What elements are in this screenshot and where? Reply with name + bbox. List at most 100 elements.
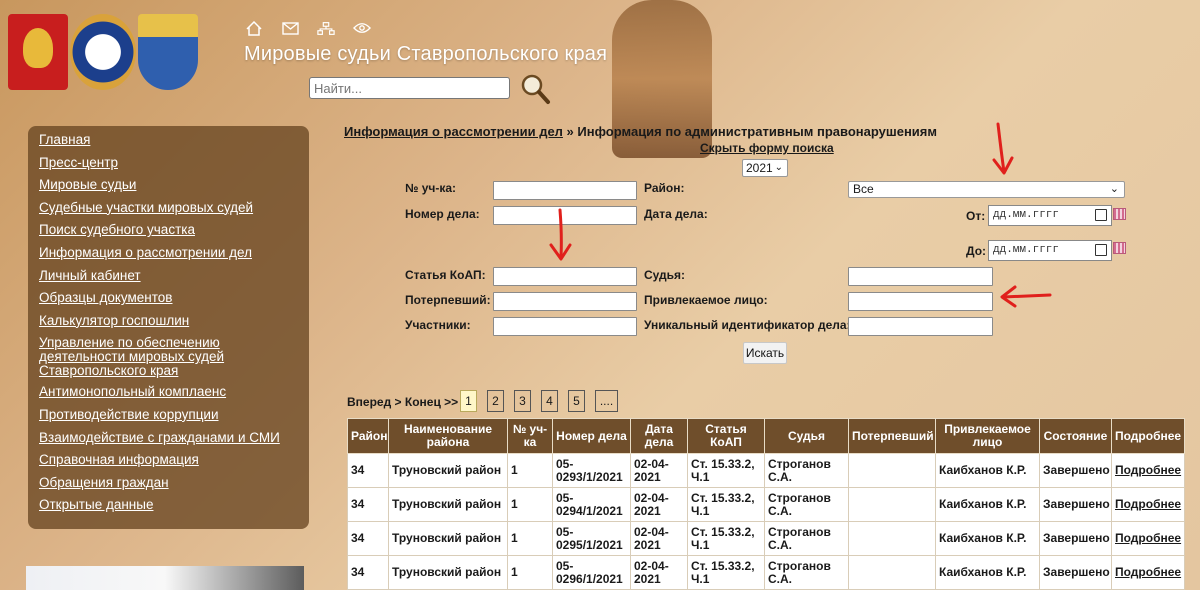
details-link[interactable]: Подробнее [1115,463,1181,477]
col-header-accused: Привлекаемое лицо [935,418,1040,454]
judge-input[interactable] [848,267,993,286]
pager-label[interactable]: Вперед > Конец >> [347,395,458,409]
magnifier-icon[interactable] [518,72,552,106]
details-link[interactable]: Подробнее [1115,497,1181,511]
date-from-input[interactable]: дд.мм.гггг [988,205,1112,226]
page-button-3[interactable]: 3 [514,390,531,412]
sidebar-item-citizen-appeals[interactable]: Обращения граждан [39,472,309,495]
breadcrumb-link-case-info[interactable]: Информация о рассмотрении дел [344,124,563,139]
annotation-arrow-down-icon [549,208,572,261]
uid-input[interactable] [848,317,993,336]
top-icons [245,20,371,36]
cell-details: Подробнее [1111,453,1185,488]
cell-judge: Строганов С.А. [764,555,849,590]
label-case-number: Номер дела: [405,207,480,221]
sidebar-item-court-districts[interactable]: Судебные участки мировых судей [39,197,309,220]
page-button-1[interactable]: 1 [460,390,477,412]
cell-victim [848,453,936,488]
cell-judge: Строганов С.А. [764,487,849,522]
col-header-details: Подробнее [1111,418,1185,454]
page-button-4[interactable]: 4 [541,390,558,412]
cell-case-number: 05-0296/1/2021 [552,555,631,590]
cell-uchastok: 1 [507,555,553,590]
accused-input[interactable] [848,292,993,311]
label-article: Статья КоАП: [405,268,486,282]
sidebar-item-home[interactable]: Главная [39,129,309,152]
cell-status: Завершено [1039,555,1112,590]
stavropol-coat-of-arms [138,14,198,90]
date-to-placeholder: дд.мм.гггг [993,244,1060,256]
cell-district-name: Труновский район [388,453,508,488]
uchastok-input[interactable] [493,181,637,200]
details-link[interactable]: Подробнее [1115,531,1181,545]
col-header-case-number: Номер дела [552,418,631,454]
page-button-5[interactable]: 5 [568,390,585,412]
eye-icon[interactable] [353,20,371,36]
participants-input[interactable] [493,317,637,336]
search-submit-button[interactable]: Искать [743,342,787,364]
cell-uchastok: 1 [507,453,553,488]
article-input[interactable] [493,267,637,286]
cell-district-code: 34 [347,521,389,556]
cell-judge: Строганов С.А. [764,453,849,488]
details-link[interactable]: Подробнее [1115,565,1181,579]
cell-article: Ст. 15.33.2, Ч.1 [687,555,765,590]
sidebar-item-administration[interactable]: Управление по обеспечению деятельности м… [39,332,309,381]
calendar-picker-icon[interactable] [1113,208,1126,220]
cell-accused: Каибханов К.Р. [935,521,1040,556]
sitemap-icon[interactable] [317,20,335,36]
cell-details: Подробнее [1111,521,1185,556]
cell-case-date: 02-04-2021 [630,487,688,522]
chevron-down-icon: ⌄ [774,162,783,173]
sidebar-item-reference-info[interactable]: Справочная информация [39,449,309,472]
sidebar-item-anticorruption[interactable]: Противодействие коррупции [39,404,309,427]
table-row: 34 Труновский район 1 05-0296/1/2021 02-… [347,555,1185,590]
cell-status: Завершено [1039,521,1112,556]
label-date-to: До: [966,244,987,258]
sidebar-item-antimonopoly[interactable]: Антимонопольный комплаенс [39,381,309,404]
col-header-article: Статья КоАП [687,418,765,454]
sidebar-item-case-info[interactable]: Информация о рассмотрении дел [39,242,309,265]
sidebar-item-document-samples[interactable]: Образцы документов [39,287,309,310]
sidebar-item-find-district[interactable]: Поиск судебного участка [39,219,309,242]
breadcrumb: Информация о рассмотрении дел » Информац… [344,124,937,139]
site-title: Мировые судьи Ставропольского края [244,43,608,65]
page-button-more[interactable]: .... [595,390,618,412]
cell-district-name: Труновский район [388,555,508,590]
calendar-icon[interactable] [1095,209,1107,221]
cell-district-code: 34 [347,487,389,522]
sidebar-item-open-data[interactable]: Открытые данные [39,494,309,517]
page-button-2[interactable]: 2 [487,390,504,412]
hide-search-form-link[interactable]: Скрыть форму поиска [700,141,834,155]
sidebar-item-judges[interactable]: Мировые судьи [39,174,309,197]
cell-case-number: 05-0295/1/2021 [552,521,631,556]
sidebar-item-press-center[interactable]: Пресс-центр [39,152,309,175]
table-row: 34 Труновский район 1 05-0295/1/2021 02-… [347,521,1185,556]
mail-icon[interactable] [281,20,299,36]
cell-victim [848,487,936,522]
year-select[interactable]: 2021 ⌄ [742,159,788,177]
cell-district-name: Труновский район [388,521,508,556]
cases-table: Район Наименование района № уч-ка Номер … [347,418,1185,590]
label-participants: Участники: [405,318,471,332]
cell-uchastok: 1 [507,487,553,522]
cell-district-code: 34 [347,453,389,488]
sidebar-item-personal-cabinet[interactable]: Личный кабинет [39,265,309,288]
sidebar-item-fee-calculator[interactable]: Калькулятор госпошлин [39,310,309,333]
calendar-icon[interactable] [1095,244,1107,256]
sidebar-item-citizens-media[interactable]: Взаимодействие с гражданами и СМИ [39,427,309,450]
annotation-arrow-left-icon [1000,285,1052,308]
sidebar-photo [26,566,304,590]
cell-case-number: 05-0294/1/2021 [552,487,631,522]
district-select[interactable]: Все ⌄ [848,181,1125,198]
site-search-input[interactable] [309,77,510,99]
date-to-input[interactable]: дд.мм.гггг [988,240,1112,261]
cell-accused: Каибханов К.Р. [935,555,1040,590]
victim-input[interactable] [493,292,637,311]
cell-judge: Строганов С.А. [764,521,849,556]
table-header-row: Район Наименование района № уч-ка Номер … [347,418,1185,454]
home-icon[interactable] [245,20,263,36]
cell-status: Завершено [1039,453,1112,488]
label-victim: Потерпевший: [405,293,491,307]
calendar-picker-icon[interactable] [1113,242,1126,254]
